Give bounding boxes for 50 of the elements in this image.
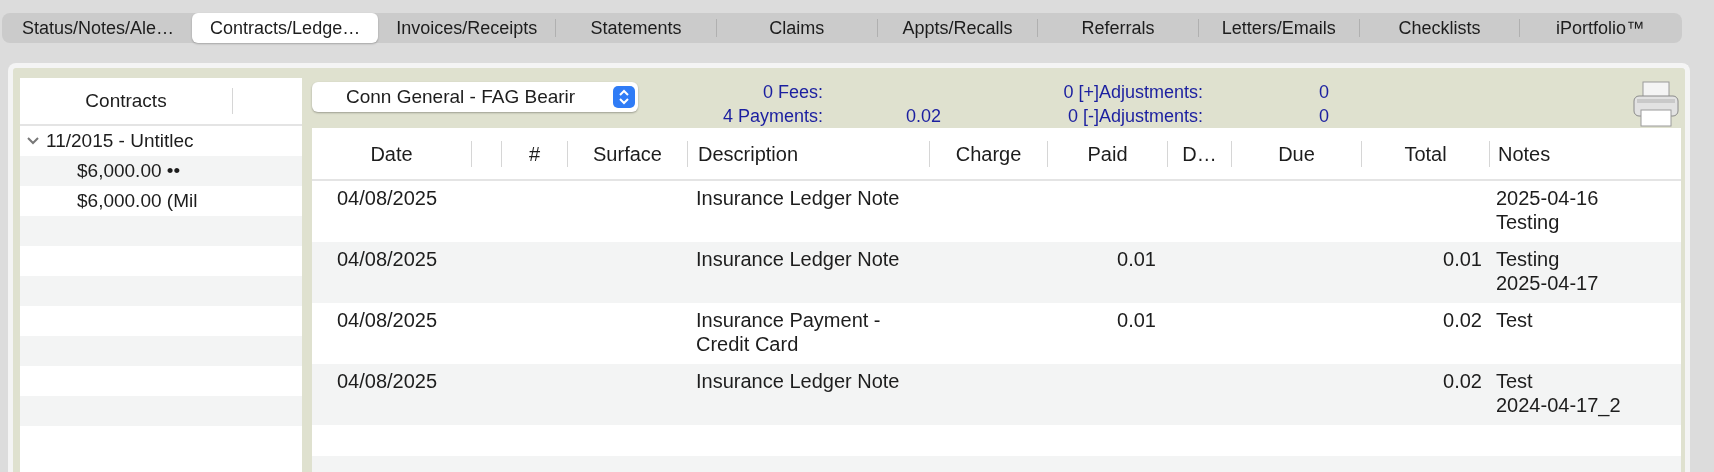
adjustments-label: 0 [+]Adjustments: xyxy=(1062,81,1203,104)
table-cell: 0.01 xyxy=(1117,309,1156,331)
tree-item[interactable]: 11/2015 - Untitlec xyxy=(20,126,194,156)
column-header[interactable]: D… xyxy=(1182,142,1217,165)
table-cell: 2025-04-16 Testing xyxy=(1496,186,1599,234)
tree-item[interactable]: $6,000.00 (Mil xyxy=(20,186,198,216)
table-cell: Insurance Ledger Note xyxy=(696,370,900,392)
table-cell: Insurance Payment - Credit Card xyxy=(696,309,881,355)
table-cell: 04/08/2025 xyxy=(337,309,438,331)
adjustments-value: 0 xyxy=(1318,105,1329,128)
stepper-icon xyxy=(613,86,635,108)
tab[interactable]: Claims xyxy=(751,13,843,43)
table-cell: 0.01 xyxy=(1117,248,1156,270)
table-cell: 04/08/2025 xyxy=(337,187,438,209)
tab[interactable]: Statements xyxy=(572,13,700,43)
table-cell: Test 2024-04-17_2 xyxy=(1496,369,1621,417)
column-header[interactable]: Charge xyxy=(955,142,1022,165)
tab[interactable]: Checklists xyxy=(1380,13,1499,43)
table-cell: 0.01 xyxy=(1443,248,1482,270)
column-header[interactable]: Due xyxy=(1278,142,1315,165)
tab[interactable]: Letters/Emails xyxy=(1203,13,1354,43)
summary-label: 4 Payments: xyxy=(721,105,823,128)
tab[interactable]: Referrals xyxy=(1063,13,1173,43)
table-cell: 04/08/2025 xyxy=(337,370,438,392)
chevron-down-icon[interactable] xyxy=(26,136,40,146)
column-header[interactable]: Surface xyxy=(593,142,662,165)
column-header[interactable]: Total xyxy=(1404,142,1447,165)
table-cell: 04/08/2025 xyxy=(337,248,438,270)
adjustments-value: 0 xyxy=(1318,81,1329,104)
column-header[interactable]: Description xyxy=(698,142,799,165)
column-header[interactable]: Date xyxy=(370,142,413,165)
table-cell: Insurance Ledger Note xyxy=(696,248,900,270)
payer-dropdown[interactable]: Conn General - FAG Bearir xyxy=(312,82,638,112)
table-cell: 0.02 xyxy=(1443,370,1482,392)
tab[interactable]: Status/Notes/Ale… xyxy=(4,13,193,43)
table-cell: Insurance Ledger Note xyxy=(696,187,900,209)
tab[interactable]: Invoices/Receipts xyxy=(378,13,556,43)
summary-label: 0 Fees: xyxy=(761,81,823,104)
table-cell: 0.02 xyxy=(1443,309,1482,331)
table-cell: Testing 2025-04-17 xyxy=(1496,247,1599,295)
column-header[interactable]: Paid xyxy=(1087,142,1128,165)
table-cell: Test xyxy=(1496,308,1533,332)
column-header[interactable]: Notes xyxy=(1498,142,1551,165)
tab[interactable]: Contracts/Ledge… xyxy=(192,13,379,43)
column-header[interactable]: # xyxy=(528,142,541,165)
summary-amount: 0.02 xyxy=(905,105,941,128)
tab[interactable]: iPortfolio™ xyxy=(1538,13,1663,43)
adjustments-label: 0 [-]Adjustments: xyxy=(1066,105,1203,128)
tab[interactable]: Appts/Recalls xyxy=(884,13,1031,43)
column-header: Contracts xyxy=(84,88,168,113)
